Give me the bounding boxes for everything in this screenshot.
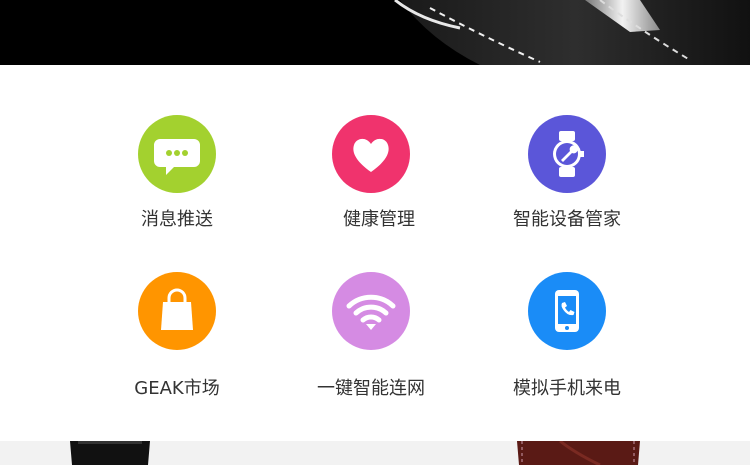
watch-wrench-icon — [528, 115, 606, 193]
feature-message-push[interactable]: 消息推送 — [77, 115, 277, 231]
top-banner-image — [0, 0, 750, 65]
feature-label: 模拟手机来电 — [513, 378, 621, 399]
feature-health-management[interactable]: 健康管理 — [271, 115, 471, 231]
feature-label: 智能设备管家 — [513, 209, 621, 230]
feature-label: GEAK市场 — [134, 378, 220, 399]
feature-label: 消息推送 — [141, 209, 213, 230]
feature-grid: 消息推送 健康管理 智能设备管家 GEAK市场 一键智能连网 模拟手机来电 — [0, 65, 750, 441]
phone-call-icon — [528, 272, 606, 350]
wifi-icon — [332, 272, 410, 350]
feature-label: 健康管理 — [343, 209, 415, 230]
feature-one-key-network[interactable]: 一键智能连网 — [271, 272, 471, 400]
feature-label: 一键智能连网 — [317, 378, 425, 399]
chat-bubble-icon — [138, 115, 216, 193]
shopping-bag-icon — [138, 272, 216, 350]
feature-simulate-call[interactable]: 模拟手机来电 — [467, 272, 667, 400]
feature-device-manager[interactable]: 智能设备管家 — [467, 115, 667, 231]
heart-icon — [332, 115, 410, 193]
bottom-product-strip — [0, 441, 750, 465]
feature-geak-market[interactable]: GEAK市场 — [77, 272, 277, 400]
